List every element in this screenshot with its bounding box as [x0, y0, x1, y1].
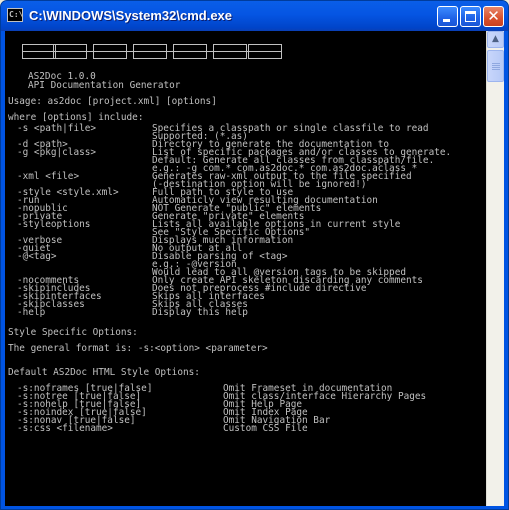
cmd-window: C:\ C:\WINDOWS\System32\cmd.exe ✕ AS2Doc…	[0, 0, 509, 510]
close-button[interactable]: ✕	[483, 6, 504, 27]
where-line: where [options] include:	[8, 112, 144, 123]
cmd-icon[interactable]: C:\	[7, 8, 23, 22]
style-specific-heading: Style Specific Options:	[8, 327, 138, 338]
console-output[interactable]: AS2Doc 1.0.0 API Documentation Generator…	[5, 31, 486, 506]
general-format-line: The general format is: -s:<option> <para…	[8, 343, 268, 354]
option-description: Display this help	[152, 307, 248, 318]
default-style-heading: Default AS2Doc HTML Style Options:	[8, 367, 200, 378]
option-flag: -@<tag>	[17, 251, 57, 262]
scroll-up-icon: ▲	[492, 34, 499, 44]
option-flag: -s <path|file>	[17, 123, 97, 134]
vertical-scrollbar[interactable]: ▲	[486, 31, 504, 506]
subtitle-line: API Documentation Generator	[28, 80, 181, 91]
style-option-flag: -s:css <filename>	[17, 423, 113, 434]
style-option-description: Custom CSS File	[223, 423, 308, 434]
logo-underline	[22, 51, 282, 52]
minimize-icon	[443, 19, 450, 22]
scroll-thumb[interactable]	[487, 50, 504, 82]
scroll-up-button[interactable]: ▲	[487, 31, 504, 48]
option-flag: -xml <file>	[17, 171, 80, 182]
maximize-icon	[465, 11, 476, 22]
maximize-button[interactable]	[460, 6, 481, 27]
minimize-button[interactable]	[437, 6, 458, 27]
window-title: C:\WINDOWS\System32\cmd.exe	[29, 8, 233, 23]
title-bar[interactable]: C:\ C:\WINDOWS\System32\cmd.exe ✕	[1, 1, 508, 31]
option-flag: -g <pkg|class>	[17, 147, 97, 158]
option-flag: -styleoptions	[17, 219, 91, 230]
usage-line: Usage: as2doc [project.xml] [options]	[8, 96, 217, 107]
option-flag: -help	[17, 307, 46, 318]
close-icon: ✕	[487, 7, 500, 25]
